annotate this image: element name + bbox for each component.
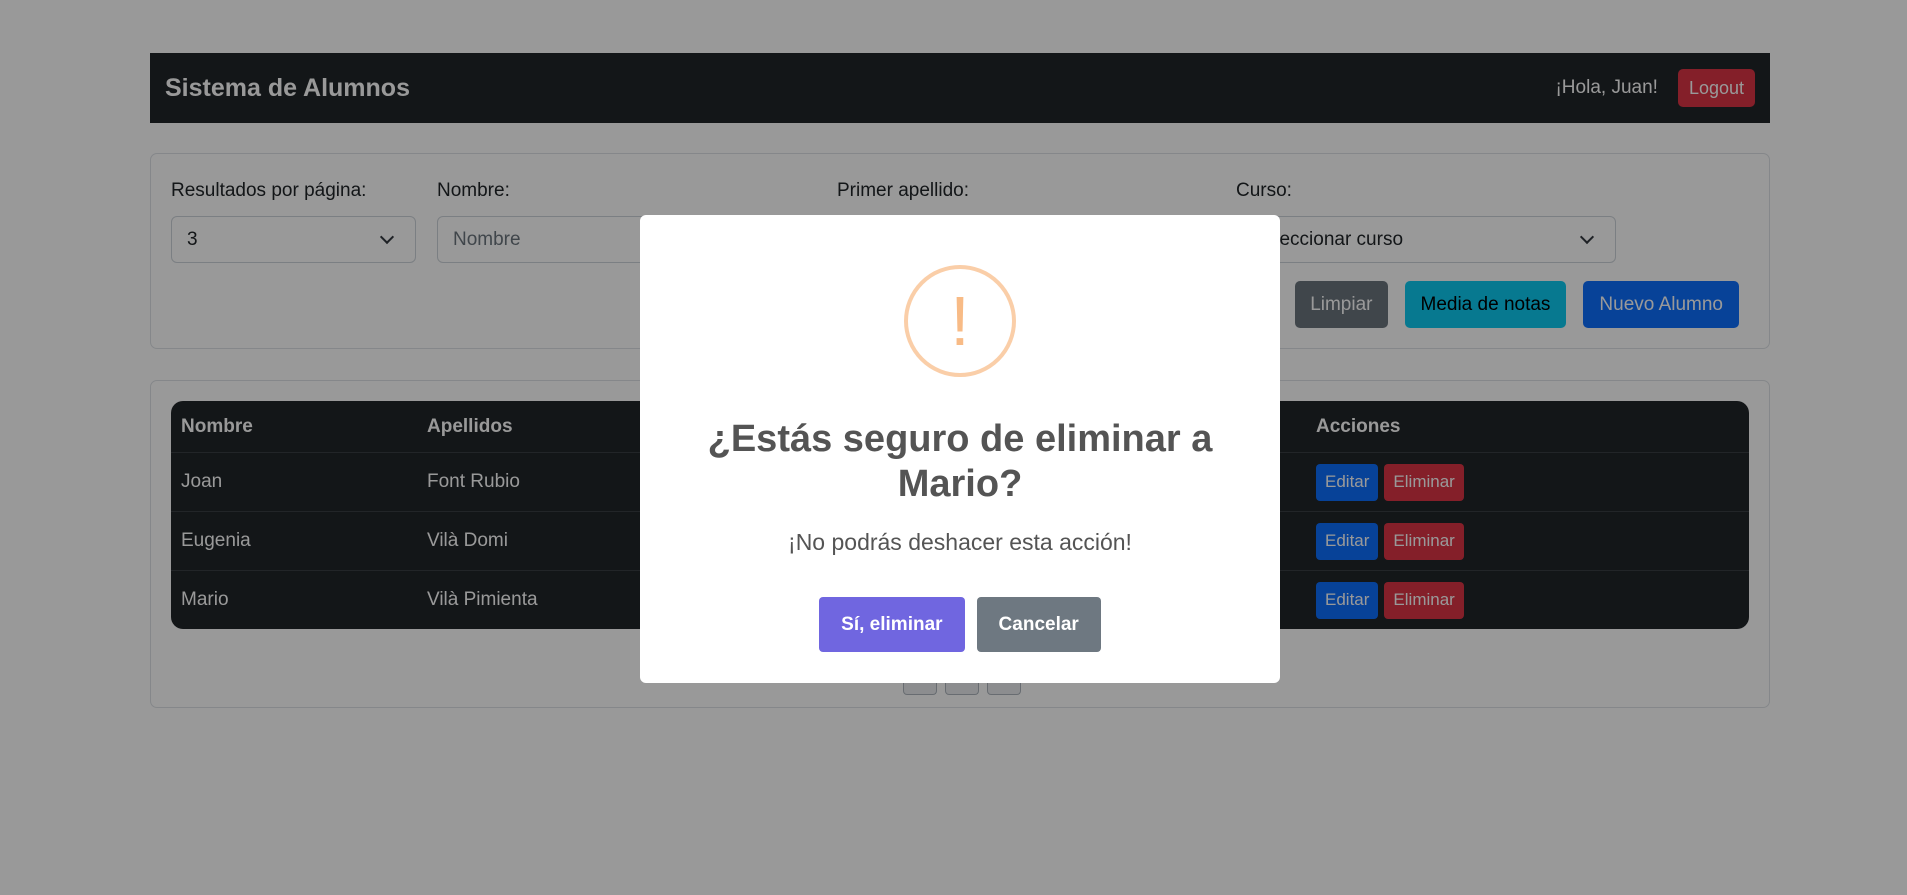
dialog-title: ¿Estás seguro de eliminar a Mario?	[707, 418, 1213, 505]
dialog-text: ¡No podrás deshacer esta acción!	[788, 529, 1132, 555]
dialog-actions: Sí, eliminar Cancelar	[640, 597, 1280, 652]
confirm-delete-dialog: ! ¿Estás seguro de eliminar a Mario? ¡No…	[640, 215, 1280, 683]
cancel-button[interactable]: Cancelar	[976, 597, 1101, 652]
warning-icon: !	[904, 265, 1016, 377]
confirm-delete-button[interactable]: Sí, eliminar	[819, 597, 965, 652]
